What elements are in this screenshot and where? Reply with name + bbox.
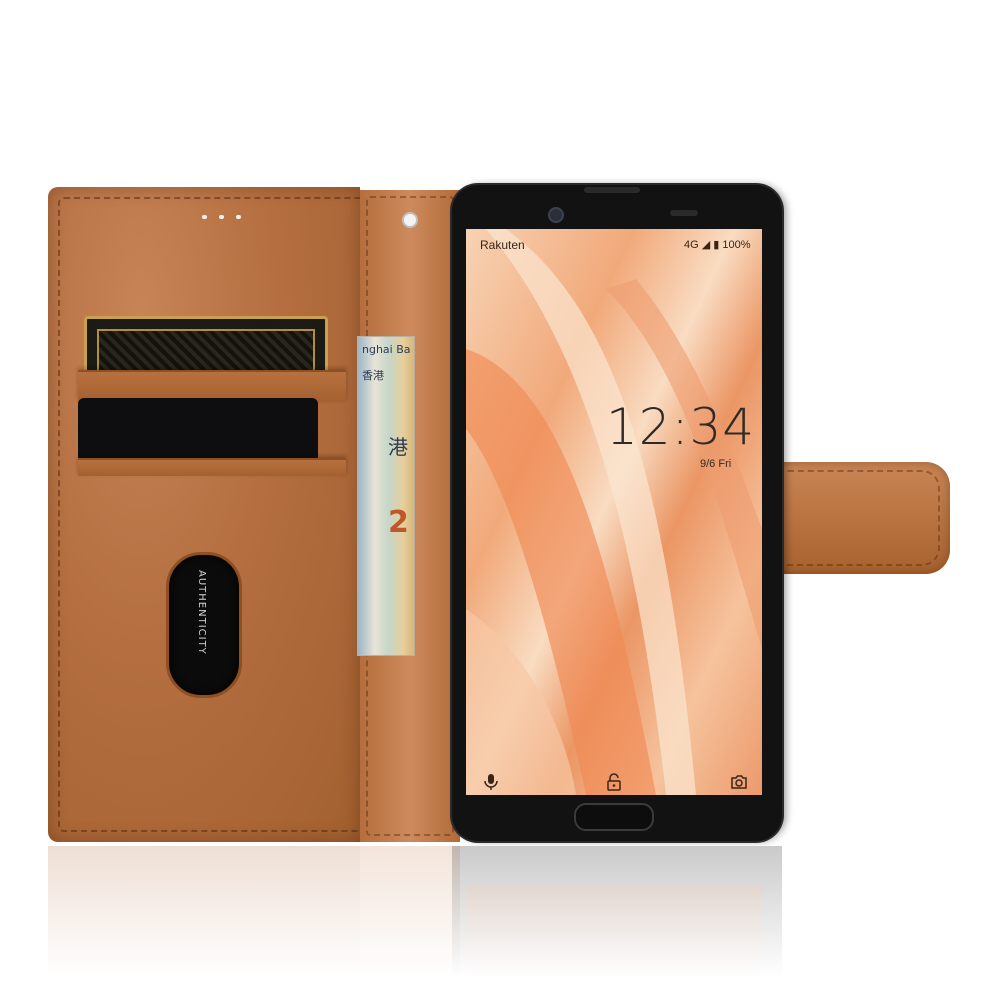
carrier-label: Rakuten xyxy=(480,238,525,252)
status-indicators: 4G ◢ ▮ 100% xyxy=(684,239,751,251)
camera-icon[interactable] xyxy=(730,773,748,791)
microphone-icon[interactable] xyxy=(482,773,500,791)
banknote-text: 港 xyxy=(388,435,408,459)
clock-time: 12:34 xyxy=(606,398,756,456)
wallet-left-flap xyxy=(48,187,360,842)
lock-screen xyxy=(466,229,762,795)
clock-date: 9/6 Fri xyxy=(700,458,732,470)
stitch-dot xyxy=(219,215,224,219)
banknote-text: 香港 xyxy=(362,369,384,382)
black-card xyxy=(78,398,318,462)
card-slot-lower xyxy=(78,458,346,476)
banknote: nghai Ba 香港 港 2 xyxy=(357,336,415,656)
stitch-dot xyxy=(202,215,207,219)
lanyard-ring xyxy=(402,212,418,228)
wallpaper xyxy=(466,229,762,795)
reflection xyxy=(0,846,1000,1000)
id-window-text: AUTHENTICITY xyxy=(196,570,207,655)
proximity-sensor xyxy=(670,210,698,216)
banknote-text: nghai Ba xyxy=(362,343,411,356)
stitch-dot xyxy=(236,215,241,219)
magnetic-strap xyxy=(770,462,950,574)
front-camera-icon xyxy=(548,207,564,223)
home-button[interactable] xyxy=(574,803,654,831)
earpiece xyxy=(584,187,640,193)
padlock-icon[interactable] xyxy=(605,773,623,791)
banknote-text: 2 xyxy=(388,505,409,540)
